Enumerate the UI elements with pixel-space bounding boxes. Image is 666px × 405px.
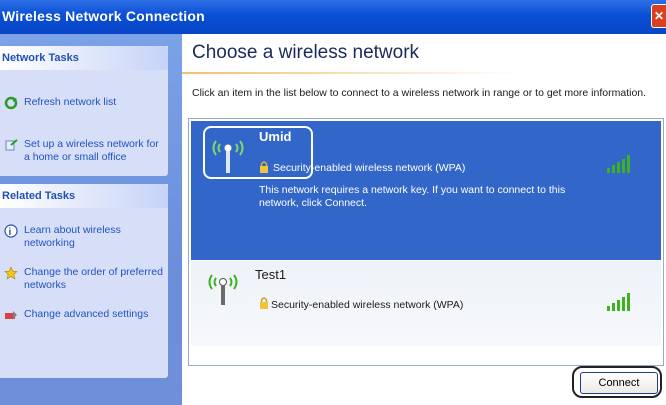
- help-icon: i: [4, 224, 18, 238]
- signal-strength-icon: [607, 155, 630, 173]
- setup-network-icon: [5, 139, 18, 151]
- network-name: Test1: [255, 267, 287, 282]
- refresh-network-list-label: Refresh network list: [24, 96, 117, 108]
- network-item-test1[interactable]: Test1 Security-enabled wireless network …: [191, 261, 661, 346]
- lock-icon: [260, 297, 268, 309]
- network-description: This network requires a network key. If …: [259, 184, 566, 209]
- setup-wireless-network-label: Set up a wireless network for a home or …: [24, 138, 159, 163]
- settings-icon: [5, 311, 17, 319]
- network-list[interactable]: Umid Security-enabled wireless network (…: [188, 118, 664, 366]
- instructions-text: Click an item in the list below to conne…: [192, 87, 647, 99]
- wireless-network-icon: [208, 274, 238, 305]
- security-type: Security-enabled wireless network (WPA): [271, 299, 464, 311]
- wireless-network-icon: [212, 140, 244, 173]
- svg-text:i: i: [9, 227, 12, 238]
- network-tasks-panel: Network Tasks Refresh network list Set u…: [0, 46, 168, 176]
- wireless-network-window: Wireless Network Connection ✕ Network Ta…: [0, 0, 666, 405]
- lock-icon: [260, 161, 268, 173]
- close-icon: ✕: [653, 9, 665, 23]
- network-item-umid[interactable]: Umid Security-enabled wireless network (…: [191, 121, 661, 260]
- change-advanced-settings-label: Change advanced settings: [24, 308, 149, 320]
- related-tasks-title: Related Tasks: [0, 184, 168, 208]
- task-pane: Network Tasks Refresh network list Set u…: [0, 34, 182, 405]
- network-tasks-title: Network Tasks: [0, 46, 168, 70]
- close-button[interactable]: ✕: [651, 4, 666, 28]
- page-title: Choose a wireless network: [192, 42, 420, 63]
- security-type: Security-enabled wireless network (WPA): [273, 162, 466, 174]
- connect-button-highlight: Connect: [572, 366, 662, 398]
- network-name: Umid: [259, 129, 292, 144]
- window-title: Wireless Network Connection: [2, 8, 205, 24]
- heading-divider: [182, 72, 666, 74]
- related-tasks-panel: Related Tasks i Learn about wireless net…: [0, 184, 168, 378]
- change-network-order-label: Change the order of preferred networks: [24, 266, 163, 291]
- refresh-icon: [4, 96, 18, 110]
- title-bar[interactable]: Wireless Network Connection ✕: [0, 0, 666, 34]
- signal-strength-icon: [607, 293, 630, 311]
- learn-wireless-label: Learn about wireless networking: [24, 224, 121, 249]
- main-content: Choose a wireless network Click an item …: [182, 34, 666, 405]
- star-icon: [4, 266, 18, 280]
- connect-button[interactable]: Connect: [580, 372, 658, 394]
